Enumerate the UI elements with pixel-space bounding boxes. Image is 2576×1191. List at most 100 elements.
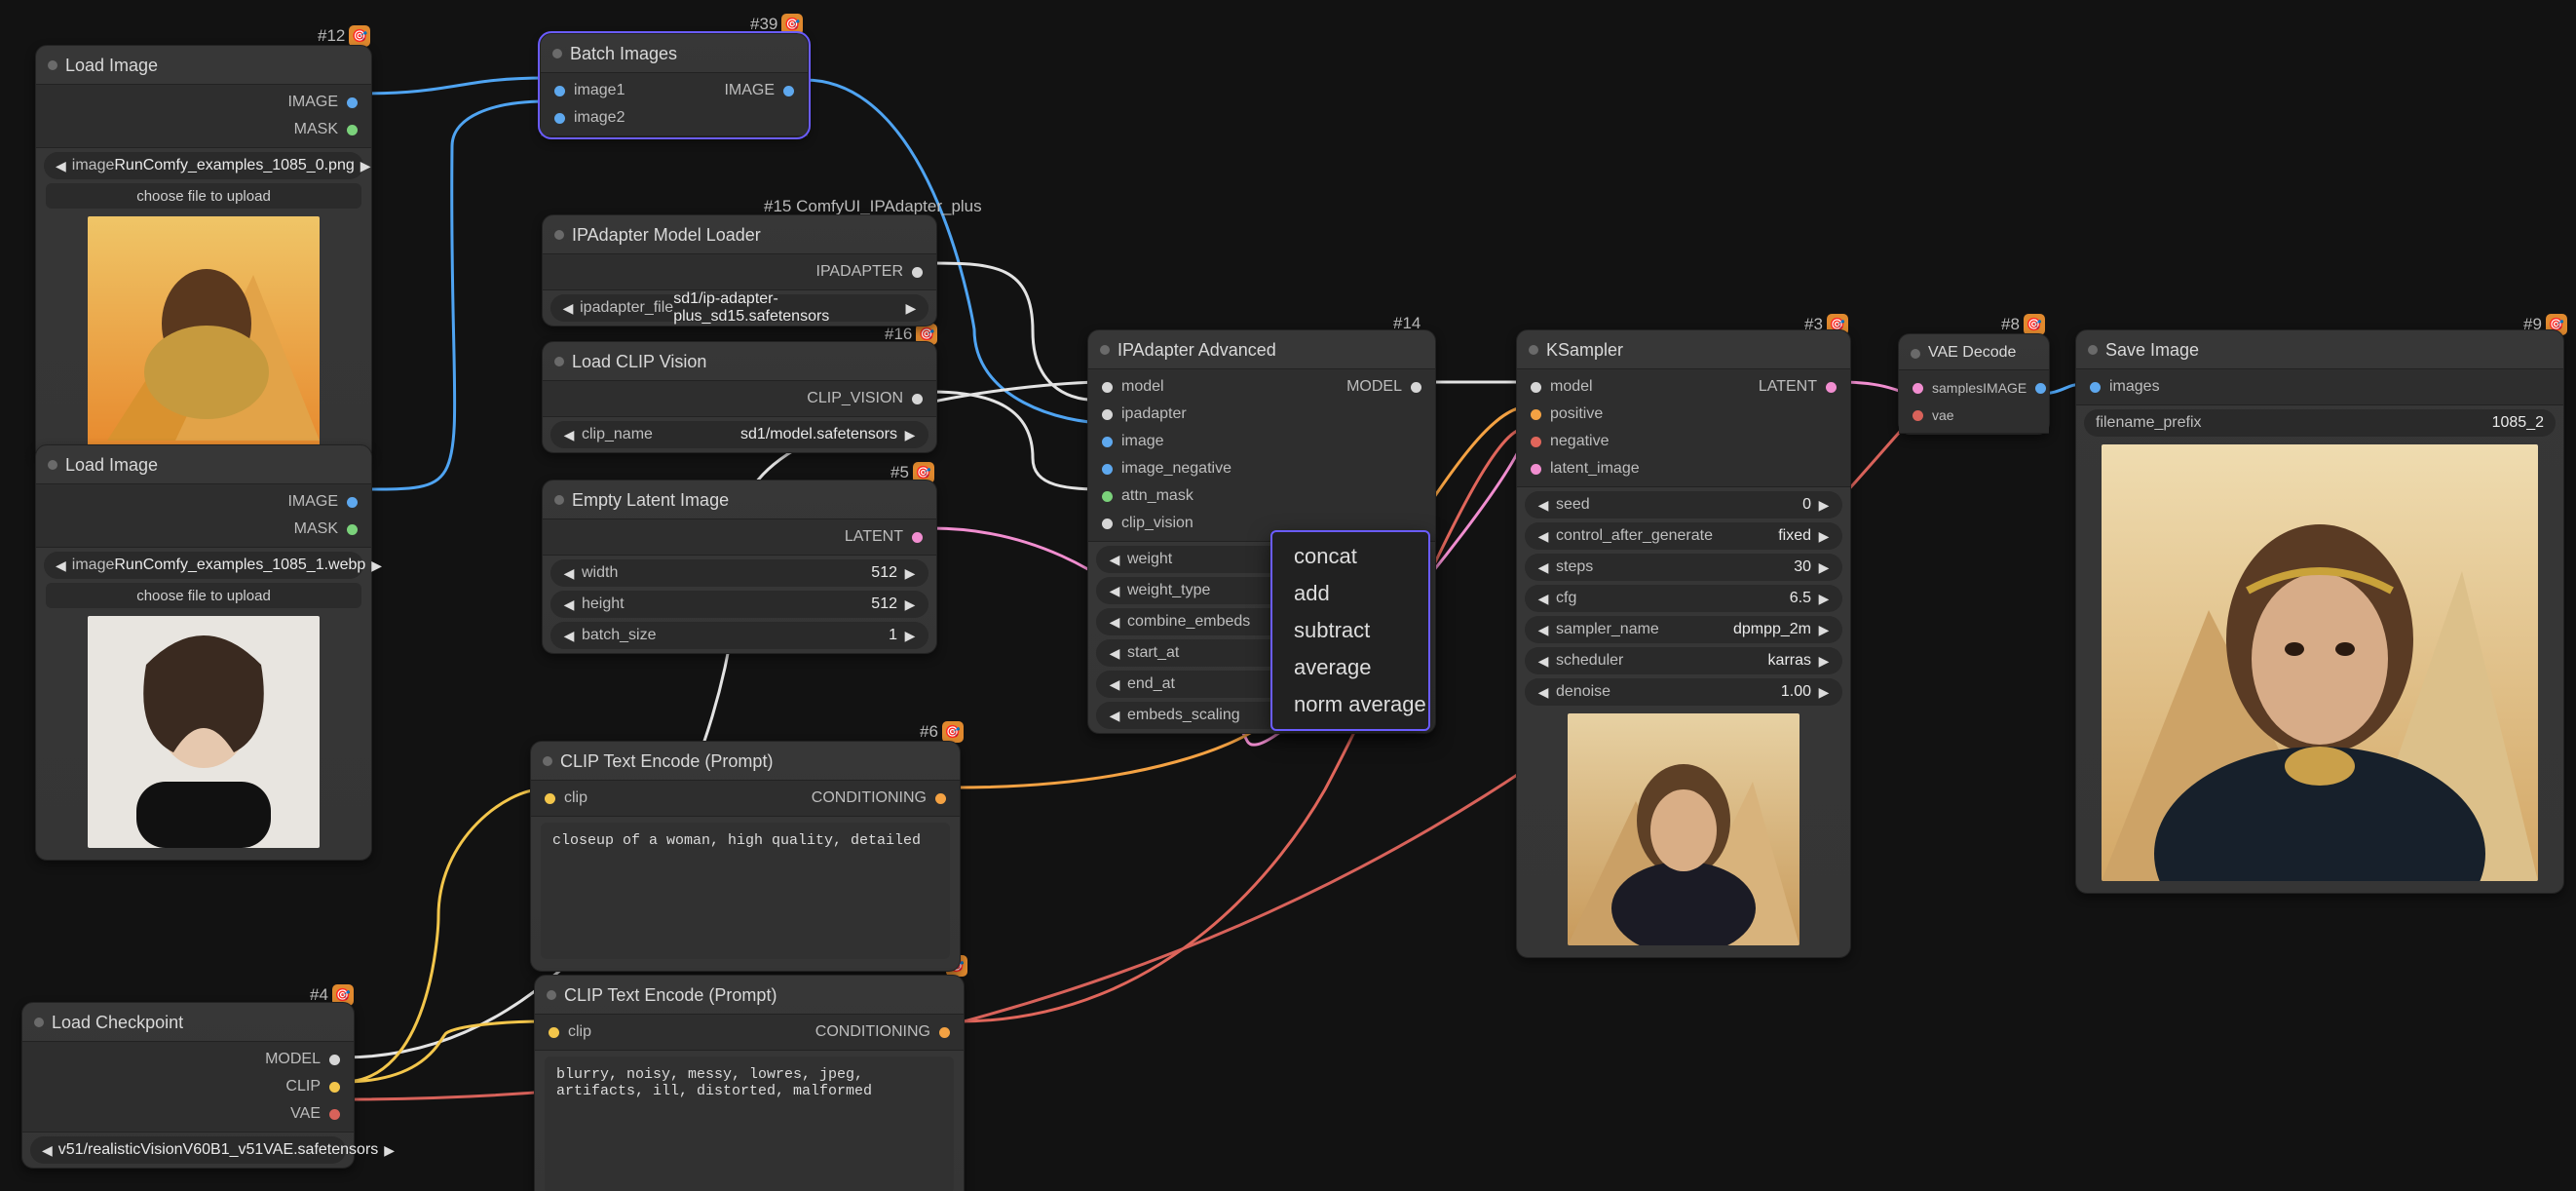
out-latent[interactable]: LATENT	[845, 525, 919, 549]
denoise-field[interactable]: ◀denoise1.00▶	[1525, 678, 1842, 706]
clip-name-selector[interactable]: ◀ clip_name sd1/model.safetensors ▶	[550, 421, 928, 448]
checkpoint-selector[interactable]: ◀ v51/realisticVisionV60B1_v51VAE.safete…	[30, 1136, 346, 1164]
node-title: VAE Decode	[1899, 334, 2049, 369]
in-image2[interactable]: image2	[558, 106, 625, 130]
in-vae[interactable]: vae	[1916, 403, 1983, 427]
out-ipadapter[interactable]: IPADAPTER	[816, 260, 920, 284]
node-title: Load CLIP Vision	[543, 342, 936, 380]
in-model[interactable]: model	[1534, 375, 1640, 399]
in-image[interactable]: image	[1106, 430, 1231, 453]
in-positive[interactable]: positive	[1534, 403, 1640, 426]
in-clip-vision[interactable]: clip_vision	[1106, 512, 1231, 535]
node-title: Save Image	[2076, 330, 2563, 368]
out-image[interactable]: IMAGE	[724, 79, 790, 102]
dropdown-option[interactable]: average	[1272, 649, 1428, 686]
node-load-image-1[interactable]: Load Image IMAGE MASK ◀ image RunComfy_e…	[35, 45, 372, 461]
out-latent[interactable]: LATENT	[1759, 375, 1833, 399]
node-title: Empty Latent Image	[543, 480, 936, 519]
preview-image	[1568, 713, 1799, 945]
node-ipadapter-loader[interactable]: IPAdapter Model Loader IPADAPTER ◀ ipada…	[542, 214, 937, 327]
arrow-left-icon[interactable]: ◀	[42, 1142, 53, 1159]
upload-button[interactable]: choose file to upload	[46, 183, 361, 209]
node-title: KSampler	[1517, 330, 1850, 368]
control-after-generate-field[interactable]: ◀control_after_generatefixed▶	[1525, 522, 1842, 550]
combine-embeds-dropdown[interactable]: concat add subtract average norm average	[1270, 530, 1430, 731]
height-field[interactable]: ◀height512▶	[550, 591, 928, 618]
out-mask[interactable]: MASK	[287, 518, 354, 541]
in-clip[interactable]: clip	[552, 1020, 591, 1044]
arrow-right-icon[interactable]: ▶	[905, 300, 917, 317]
in-ipadapter[interactable]: ipadapter	[1106, 403, 1231, 426]
in-image1[interactable]: image1	[558, 79, 625, 102]
image-selector[interactable]: ◀ image RunComfy_examples_1085_1.webp ▶	[44, 552, 363, 579]
scheduler-field[interactable]: ◀schedulerkarras▶	[1525, 647, 1842, 674]
prompt-textarea[interactable]: closeup of a woman, high quality, detail…	[541, 823, 950, 959]
ipadapter-file-selector[interactable]: ◀ ipadapter_file sd1/ip-adapter-plus_sd1…	[550, 294, 928, 322]
arrow-left-icon[interactable]: ◀	[562, 427, 576, 443]
node-ksampler[interactable]: KSampler model positive negative latent_…	[1516, 329, 1851, 958]
node-empty-latent[interactable]: Empty Latent Image LATENT ◀width512▶ ◀he…	[542, 480, 937, 654]
dropdown-option[interactable]: norm average	[1272, 686, 1428, 723]
arrow-right-icon[interactable]: ▶	[384, 1142, 395, 1159]
batch-size-field[interactable]: ◀batch_size1▶	[550, 622, 928, 649]
sampler-name-field[interactable]: ◀sampler_namedpmpp_2m▶	[1525, 616, 1842, 643]
filename-prefix-field[interactable]: filename_prefix 1085_2	[2084, 409, 2556, 437]
node-title: CLIP Text Encode (Prompt)	[535, 976, 964, 1014]
out-clip-vision[interactable]: CLIP_VISION	[807, 387, 919, 410]
node-title: Batch Images	[541, 34, 808, 72]
node-graph-canvas[interactable]: { "badges": { "n12": "#12", "n38": "#38"…	[0, 0, 2576, 1191]
out-image[interactable]: IMAGE	[287, 91, 354, 114]
dropdown-option[interactable]: concat	[1272, 538, 1428, 575]
preview-image	[88, 616, 320, 848]
node-title: IPAdapter Advanced	[1088, 330, 1435, 368]
node-clip-text-encode-negative[interactable]: CLIP Text Encode (Prompt) clip CONDITION…	[534, 975, 965, 1191]
cfg-field[interactable]: ◀cfg6.5▶	[1525, 585, 1842, 612]
in-clip[interactable]: clip	[549, 787, 587, 810]
dropdown-option[interactable]: subtract	[1272, 612, 1428, 649]
node-title: Load Image	[36, 445, 371, 483]
out-image[interactable]: IMAGE	[287, 490, 354, 514]
arrow-right-icon[interactable]: ▶	[371, 557, 382, 574]
in-image-neg[interactable]: image_negative	[1106, 457, 1231, 480]
arrow-right-icon[interactable]: ▶	[360, 158, 371, 174]
out-mask[interactable]: MASK	[287, 118, 354, 141]
node-title: CLIP Text Encode (Prompt)	[531, 742, 960, 780]
seed-field[interactable]: ◀seed0▶	[1525, 491, 1842, 519]
steps-field[interactable]: ◀steps30▶	[1525, 554, 1842, 581]
image-selector[interactable]: ◀ image RunComfy_examples_1085_0.png ▶	[44, 152, 363, 179]
in-model[interactable]: model	[1106, 375, 1231, 399]
out-conditioning[interactable]: CONDITIONING	[815, 1020, 946, 1044]
node-load-checkpoint[interactable]: Load Checkpoint MODEL CLIP VAE ◀ v51/rea…	[21, 1002, 355, 1169]
out-model[interactable]: MODEL	[265, 1048, 336, 1071]
arrow-left-icon[interactable]: ◀	[56, 557, 66, 574]
queue-badge: #12	[318, 25, 370, 47]
node-vae-decode[interactable]: VAE Decode samples vae IMAGE	[1898, 333, 2050, 435]
node-save-image[interactable]: Save Image images filename_prefix 1085_2	[2075, 329, 2564, 894]
arrow-left-icon[interactable]: ◀	[562, 300, 574, 317]
preview-image	[88, 216, 320, 448]
output-image	[2102, 444, 2538, 881]
node-load-clip-vision[interactable]: Load CLIP Vision CLIP_VISION ◀ clip_name…	[542, 341, 937, 453]
upload-button[interactable]: choose file to upload	[46, 583, 361, 608]
in-samples[interactable]: samples	[1916, 376, 1983, 400]
arrow-right-icon[interactable]: ▶	[903, 427, 917, 443]
out-clip[interactable]: CLIP	[265, 1075, 336, 1098]
prompt-textarea[interactable]: blurry, noisy, messy, lowres, jpeg, arti…	[545, 1057, 954, 1191]
out-conditioning[interactable]: CONDITIONING	[812, 787, 942, 810]
node-batch-images[interactable]: Batch Images image1 image2 IMAGE	[540, 33, 809, 137]
queue-badge: #39	[750, 14, 803, 35]
in-latent[interactable]: latent_image	[1534, 457, 1640, 480]
in-attn-mask[interactable]: attn_mask	[1106, 484, 1231, 508]
node-load-image-2[interactable]: Load Image IMAGE MASK ◀ image RunComfy_e…	[35, 444, 372, 861]
out-image[interactable]: IMAGE	[1983, 376, 2042, 400]
dropdown-option[interactable]: add	[1272, 575, 1428, 612]
arrow-left-icon[interactable]: ◀	[56, 158, 66, 174]
width-field[interactable]: ◀width512▶	[550, 559, 928, 587]
node-title: Load Checkpoint	[22, 1003, 354, 1041]
node-clip-text-encode-positive[interactable]: CLIP Text Encode (Prompt) clip CONDITION…	[530, 741, 961, 972]
in-negative[interactable]: negative	[1534, 430, 1640, 453]
out-model[interactable]: MODEL	[1346, 375, 1418, 399]
in-images[interactable]: images	[2094, 375, 2160, 399]
out-vae[interactable]: VAE	[265, 1102, 336, 1126]
node-title: IPAdapter Model Loader	[543, 215, 936, 253]
